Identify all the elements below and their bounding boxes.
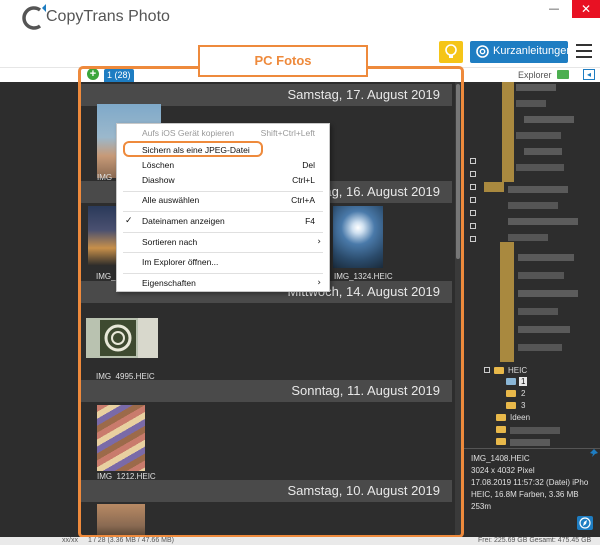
menu-separator: [123, 232, 323, 233]
tree-expander[interactable]: [470, 210, 476, 216]
tree-item: [516, 100, 546, 107]
quick-guides-button[interactable]: Kurzanleitungen: [470, 41, 573, 63]
scroll-thumb[interactable]: [456, 84, 460, 259]
status-disk: Frei: 225.69 GB Gesamt: 475.45 GB: [478, 537, 592, 544]
tree-label-3[interactable]: 3: [521, 401, 525, 410]
tree-item: [510, 427, 560, 434]
status-selection: 1 / 28 (3.36 MB / 47.66 MB): [88, 537, 174, 544]
folder-icon: [506, 390, 516, 397]
lifebuoy-icon: [476, 45, 489, 58]
info-date: 17.08.2019 11:57:32 (Datei) iPho: [471, 478, 589, 487]
tree-folder-column: [502, 82, 514, 182]
left-panel: [0, 82, 80, 537]
tree-item: [518, 326, 570, 333]
photo-thumbnail[interactable]: [333, 206, 383, 268]
tree-label-1[interactable]: 1: [519, 377, 528, 386]
folder-icon: [496, 426, 506, 433]
add-icon[interactable]: +: [87, 68, 99, 80]
tree-item: [524, 148, 562, 155]
folder-icon[interactable]: [557, 70, 569, 79]
album-tab[interactable]: 1 (28): [104, 69, 134, 82]
tree-item: [508, 234, 548, 241]
chevron-right-icon: ›: [317, 278, 321, 288]
menu-separator: [123, 211, 323, 212]
tree-folder-column: [484, 182, 504, 192]
title-bar: CopyTrans Photo — ✕: [0, 0, 600, 36]
tree-expander[interactable]: [470, 236, 476, 242]
photo-thumbnail[interactable]: [97, 504, 145, 537]
tree-item: [510, 439, 550, 446]
tree-label-2[interactable]: 2: [521, 389, 525, 398]
explorer-panel: HEIC 1 2 3 Ideen: [464, 82, 600, 448]
menu-item-slideshow[interactable]: Diashow Ctrl+L: [117, 172, 329, 189]
tree-item: [524, 116, 574, 123]
tree-item: [508, 202, 558, 209]
compass-button[interactable]: [577, 516, 593, 530]
annotation-label: PC Fotos: [198, 45, 368, 77]
chevron-right-icon: ›: [317, 237, 321, 247]
tree-item: [508, 218, 578, 225]
info-length: 253m: [471, 502, 492, 511]
date-header: Sonntag, 11. August 2019: [80, 380, 452, 402]
tree-item: [516, 84, 556, 91]
tree-item: [518, 272, 564, 279]
date-header: Samstag, 10. August 2019: [80, 480, 452, 502]
tree-item: [518, 290, 578, 297]
menu-item-show-filenames[interactable]: ✓ Dateinamen anzeigen F4: [117, 213, 329, 230]
info-dimensions: 3024 x 4032 Pixel: [471, 466, 535, 475]
menu-item-sort-by[interactable]: Sortieren nach ›: [117, 234, 329, 251]
status-bar: xx/xx 1 / 28 (3.36 MB / 47.66 MB) Frei: …: [0, 537, 600, 545]
tree-folder-column: [500, 242, 514, 362]
menu-item-properties[interactable]: Eigenschaften ›: [117, 275, 329, 292]
menu-separator: [123, 252, 323, 253]
folder-icon: [496, 414, 506, 421]
tree-item: [518, 344, 562, 351]
tree-item: [516, 132, 561, 139]
photo-thumbnail[interactable]: [86, 318, 158, 358]
menu-separator: [123, 273, 323, 274]
date-header: Samstag, 17. August 2019: [80, 84, 452, 106]
compass-icon: [579, 517, 591, 529]
pin-icon[interactable]: [590, 449, 598, 457]
app-title: CopyTrans Photo: [46, 8, 170, 25]
info-format: HEIC, 16.8M Farben, 3.36 MB: [471, 490, 579, 499]
tree-item: [516, 164, 564, 171]
tree-expander[interactable]: [470, 171, 476, 177]
tree-expander[interactable]: [470, 184, 476, 190]
collapse-icon[interactable]: ◂: [583, 69, 595, 80]
check-icon: ✓: [125, 216, 133, 226]
info-filename: IMG_1408.HEIC: [471, 454, 530, 463]
folder-icon: [496, 438, 506, 445]
highlight-frame: [123, 141, 263, 157]
quick-guides-label: Kurzanleitungen: [493, 45, 573, 57]
tree-item: [518, 254, 574, 261]
tips-button[interactable]: [439, 41, 463, 63]
menu-item-open-explorer[interactable]: Im Explorer öffnen...: [117, 254, 329, 271]
tree-item: [508, 186, 568, 193]
logo-icon: [22, 4, 46, 30]
close-button[interactable]: ✕: [572, 0, 600, 18]
context-menu: Aufs iOS Gerät kopieren Shift+Ctrl+Left …: [116, 123, 330, 292]
tree-expander[interactable]: [470, 223, 476, 229]
tree-item: [518, 308, 558, 315]
menu-item-copy-to-ios[interactable]: Aufs iOS Gerät kopieren Shift+Ctrl+Left: [117, 125, 329, 142]
minimize-button[interactable]: —: [540, 0, 568, 18]
status-left: xx/xx: [62, 537, 78, 544]
lightbulb-icon: [445, 44, 457, 58]
hamburger-icon[interactable]: [576, 44, 592, 58]
tree-label-heic[interactable]: HEIC: [508, 366, 527, 375]
tree-label-ideen[interactable]: Ideen: [510, 413, 530, 422]
menu-item-select-all[interactable]: Alle auswählen Ctrl+A: [117, 192, 329, 209]
photo-thumbnail[interactable]: [97, 405, 145, 471]
folder-icon: [506, 378, 516, 385]
tree-expander[interactable]: [484, 367, 490, 373]
tree-expander[interactable]: [470, 197, 476, 203]
folder-icon: [506, 402, 516, 409]
explorer-title: Explorer: [518, 70, 552, 80]
tree-expander[interactable]: [470, 158, 476, 164]
photo-label: IMG_1324.HEIC: [334, 272, 393, 281]
folder-icon: [494, 367, 504, 374]
